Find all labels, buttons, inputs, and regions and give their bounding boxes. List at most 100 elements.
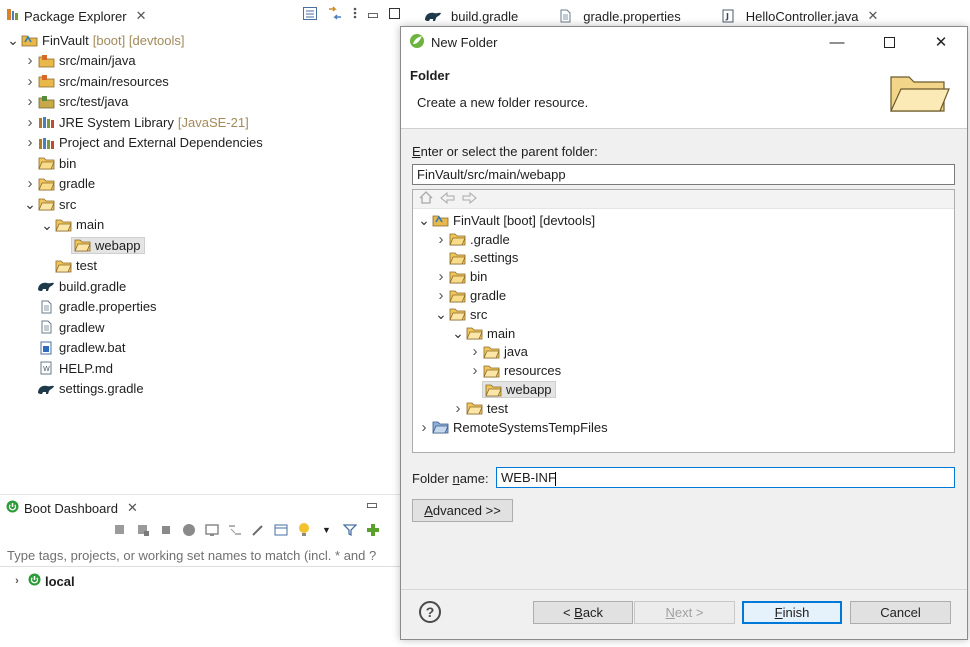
local-target-row[interactable]: › local xyxy=(10,573,75,589)
close-icon[interactable]: ✕ xyxy=(136,8,147,24)
package-tree-item[interactable]: build.gradle xyxy=(0,276,400,297)
editor-tab[interactable]: build.gradle xyxy=(400,9,532,24)
package-tree-item[interactable]: › Project and External Dependencies xyxy=(0,133,400,154)
chevron-right-icon[interactable]: › xyxy=(434,268,448,285)
package-tree-item[interactable]: bin xyxy=(0,153,400,174)
package-tree-item[interactable]: settings.gradle xyxy=(0,379,400,400)
chevron-right-icon[interactable]: › xyxy=(23,73,37,90)
package-tree-item-content: gradle xyxy=(37,176,95,191)
package-tree-item[interactable]: gradlew.bat xyxy=(0,338,400,359)
package-tree-item[interactable]: › gradle xyxy=(0,174,400,195)
chevron-right-icon[interactable]: › xyxy=(468,362,482,379)
package-tree-item[interactable]: › src/main/resources xyxy=(0,71,400,92)
folder-tree-item[interactable]: › test xyxy=(413,399,954,418)
folder-tree-item[interactable]: › java xyxy=(413,343,954,362)
start-icon[interactable] xyxy=(112,522,127,537)
close-window-button[interactable]: ✕ xyxy=(915,27,967,57)
lightbulb-icon[interactable] xyxy=(296,522,311,537)
chevron-right-icon[interactable]: › xyxy=(434,287,448,304)
close-icon[interactable]: ✕ xyxy=(127,500,138,516)
package-tree-item[interactable]: gradlew xyxy=(0,317,400,338)
chevron-right-icon[interactable]: › xyxy=(23,52,37,69)
boot-dashboard-toolbar: ▼ xyxy=(112,522,380,537)
close-icon[interactable]: ✕ xyxy=(868,8,879,24)
chevron-right-icon[interactable]: › xyxy=(417,419,431,436)
package-tree-item[interactable]: W HELP.md xyxy=(0,358,400,379)
folder-tree-item[interactable]: › RemoteSystemsTempFiles xyxy=(413,418,954,437)
folder-tree-item[interactable]: ⌄ src xyxy=(413,305,954,324)
chevron-right-icon[interactable]: › xyxy=(468,343,482,360)
chevron-down-icon[interactable]: ⌄ xyxy=(6,33,20,47)
chevron-right-icon[interactable]: › xyxy=(23,134,37,151)
edit-icon[interactable] xyxy=(250,522,265,537)
home-icon[interactable] xyxy=(419,191,433,207)
folder-tree-item[interactable]: › resources xyxy=(413,361,954,380)
link-icon[interactable] xyxy=(227,522,242,537)
package-tree-item[interactable]: webapp xyxy=(0,235,400,256)
chevron-down-icon[interactable]: ⌄ xyxy=(434,307,448,321)
folder-tree-item[interactable]: › bin xyxy=(413,267,954,286)
folder-tree-item[interactable]: › .gradle xyxy=(413,230,954,249)
maximize-window-button[interactable] xyxy=(863,27,915,57)
package-tree-item[interactable]: ⌄ FinVault [boot] [devtools] xyxy=(0,30,400,51)
back-arrow-icon[interactable] xyxy=(440,191,455,207)
finish-button[interactable]: Finish xyxy=(742,601,842,624)
package-tree-item[interactable]: › src/test/java xyxy=(0,92,400,113)
file-icon xyxy=(37,320,55,334)
chevron-down-icon[interactable]: ⌄ xyxy=(451,326,465,340)
folder-tree-item[interactable]: ⌄ FinVault [boot] [devtools] xyxy=(413,211,954,230)
back-button[interactable]: < Back xyxy=(533,601,633,624)
chevron-down-icon[interactable]: ⌄ xyxy=(40,218,54,232)
link-with-editor-icon[interactable] xyxy=(327,6,343,23)
chevron-down-icon[interactable]: ⌄ xyxy=(23,197,37,211)
chevron-right-icon[interactable]: › xyxy=(23,93,37,110)
forward-arrow-icon[interactable] xyxy=(462,191,477,207)
package-tree-item[interactable]: ⌄ main xyxy=(0,215,400,236)
folder-name-label: Folder name: xyxy=(412,471,489,486)
chevron-right-icon[interactable]: › xyxy=(434,231,448,248)
folder-tree-item[interactable]: ⌄ main xyxy=(413,324,954,343)
chevron-down-icon[interactable]: ▼ xyxy=(319,522,334,537)
minimize-window-button[interactable]: — xyxy=(811,27,863,57)
spring-icon xyxy=(409,33,425,52)
open-browser-icon[interactable] xyxy=(181,522,196,537)
stop-icon[interactable] xyxy=(158,522,173,537)
collapse-all-icon[interactable] xyxy=(302,6,317,23)
editor-tab[interactable]: J HelloController.java ✕ xyxy=(695,8,893,24)
minimize-icon[interactable]: ▭ xyxy=(366,497,378,513)
filter-icon[interactable] xyxy=(342,522,357,537)
package-tree-item[interactable]: test xyxy=(0,256,400,277)
chevron-right-icon[interactable]: › xyxy=(23,114,37,131)
editor-tab[interactable]: gradle.properties xyxy=(532,9,695,24)
next-button[interactable]: Next > xyxy=(634,601,735,624)
boot-dashboard-tab[interactable]: Boot Dashboard ✕ xyxy=(0,495,400,521)
folder-open-icon xyxy=(73,238,91,252)
help-icon[interactable]: ? xyxy=(419,601,441,623)
chevron-right-icon[interactable]: › xyxy=(10,575,24,587)
package-tree-item[interactable]: ⌄ src xyxy=(0,194,400,215)
package-tree-item[interactable]: › src/main/java xyxy=(0,51,400,72)
parent-folder-input[interactable]: FinVault/src/main/webapp xyxy=(412,164,955,185)
folder-tree-item[interactable]: .settings xyxy=(413,249,954,268)
package-tree-item[interactable]: gradle.properties xyxy=(0,297,400,318)
folder-icon xyxy=(448,251,466,265)
view-menu-icon[interactable] xyxy=(353,7,357,22)
add-icon[interactable] xyxy=(365,522,380,537)
debug-icon[interactable] xyxy=(135,522,150,537)
folder-tree-item[interactable]: › gradle xyxy=(413,286,954,305)
dialog-title-bar[interactable]: New Folder — ✕ xyxy=(401,27,967,57)
parent-folder-tree[interactable]: ⌄ FinVault [boot] [devtools] › .gradle .sett… xyxy=(412,189,955,453)
chevron-right-icon[interactable]: › xyxy=(23,175,37,192)
folder-name-input[interactable]: WEB-INF xyxy=(496,467,955,488)
chevron-right-icon[interactable]: › xyxy=(451,400,465,417)
table-icon[interactable] xyxy=(273,522,288,537)
boot-dashboard-filter-input[interactable]: Type tags, projects, or working set name… xyxy=(0,545,400,567)
package-tree-item[interactable]: › JRE System Library [JavaSE-21] xyxy=(0,112,400,133)
chevron-down-icon[interactable]: ⌄ xyxy=(417,213,431,227)
minimize-icon[interactable]: ▭ xyxy=(367,7,379,23)
folder-tree-item[interactable]: webapp xyxy=(413,380,954,399)
cancel-button[interactable]: Cancel xyxy=(850,601,951,624)
maximize-icon[interactable] xyxy=(389,7,400,22)
advanced-button[interactable]: Advanced >> xyxy=(412,499,513,522)
console-icon[interactable] xyxy=(204,522,219,537)
